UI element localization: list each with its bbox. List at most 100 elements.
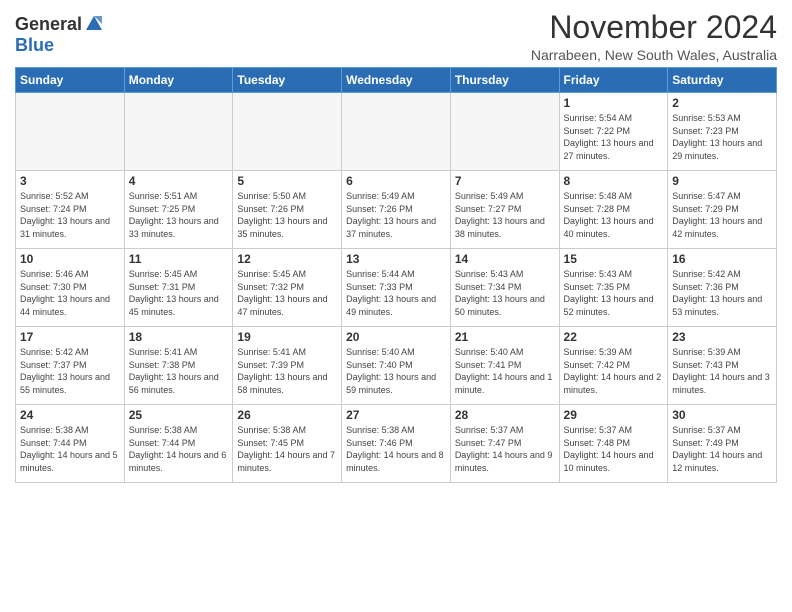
day-info: Sunrise: 5:45 AM Sunset: 7:32 PM Dayligh… (237, 268, 337, 318)
sunrise-text: Sunrise: 5:39 AM (564, 347, 633, 357)
sunrise-text: Sunrise: 5:44 AM (346, 269, 415, 279)
daylight-text: Daylight: 14 hours and 6 minutes. (129, 450, 227, 473)
sunset-text: Sunset: 7:34 PM (455, 282, 522, 292)
calendar-cell: 15 Sunrise: 5:43 AM Sunset: 7:35 PM Dayl… (559, 249, 668, 327)
sunrise-text: Sunrise: 5:37 AM (672, 425, 741, 435)
calendar-cell: 17 Sunrise: 5:42 AM Sunset: 7:37 PM Dayl… (16, 327, 125, 405)
logo-general-text: General (15, 14, 82, 35)
sunrise-text: Sunrise: 5:50 AM (237, 191, 306, 201)
header-tuesday: Tuesday (233, 68, 342, 93)
sunset-text: Sunset: 7:32 PM (237, 282, 304, 292)
day-info: Sunrise: 5:43 AM Sunset: 7:35 PM Dayligh… (564, 268, 664, 318)
calendar-cell: 5 Sunrise: 5:50 AM Sunset: 7:26 PM Dayli… (233, 171, 342, 249)
day-number: 4 (129, 174, 229, 188)
daylight-text: Daylight: 13 hours and 47 minutes. (237, 294, 327, 317)
sunset-text: Sunset: 7:33 PM (346, 282, 413, 292)
day-number: 21 (455, 330, 555, 344)
calendar-cell: 10 Sunrise: 5:46 AM Sunset: 7:30 PM Dayl… (16, 249, 125, 327)
sunrise-text: Sunrise: 5:43 AM (564, 269, 633, 279)
sunset-text: Sunset: 7:35 PM (564, 282, 631, 292)
sunset-text: Sunset: 7:31 PM (129, 282, 196, 292)
week-row-3: 10 Sunrise: 5:46 AM Sunset: 7:30 PM Dayl… (16, 249, 777, 327)
sunrise-text: Sunrise: 5:42 AM (672, 269, 741, 279)
sunset-text: Sunset: 7:29 PM (672, 204, 739, 214)
day-info: Sunrise: 5:41 AM Sunset: 7:39 PM Dayligh… (237, 346, 337, 396)
day-number: 28 (455, 408, 555, 422)
week-row-4: 17 Sunrise: 5:42 AM Sunset: 7:37 PM Dayl… (16, 327, 777, 405)
day-info: Sunrise: 5:54 AM Sunset: 7:22 PM Dayligh… (564, 112, 664, 162)
sunset-text: Sunset: 7:43 PM (672, 360, 739, 370)
calendar-cell: 4 Sunrise: 5:51 AM Sunset: 7:25 PM Dayli… (124, 171, 233, 249)
daylight-text: Daylight: 14 hours and 12 minutes. (672, 450, 762, 473)
header-monday: Monday (124, 68, 233, 93)
calendar-cell: 12 Sunrise: 5:45 AM Sunset: 7:32 PM Dayl… (233, 249, 342, 327)
day-info: Sunrise: 5:42 AM Sunset: 7:36 PM Dayligh… (672, 268, 772, 318)
calendar-cell: 9 Sunrise: 5:47 AM Sunset: 7:29 PM Dayli… (668, 171, 777, 249)
day-number: 2 (672, 96, 772, 110)
sunrise-text: Sunrise: 5:42 AM (20, 347, 89, 357)
day-info: Sunrise: 5:40 AM Sunset: 7:40 PM Dayligh… (346, 346, 446, 396)
sunset-text: Sunset: 7:48 PM (564, 438, 631, 448)
location-subtitle: Narrabeen, New South Wales, Australia (531, 47, 777, 63)
day-info: Sunrise: 5:50 AM Sunset: 7:26 PM Dayligh… (237, 190, 337, 240)
sunrise-text: Sunrise: 5:37 AM (455, 425, 524, 435)
sunset-text: Sunset: 7:40 PM (346, 360, 413, 370)
day-number: 14 (455, 252, 555, 266)
sunset-text: Sunset: 7:24 PM (20, 204, 87, 214)
daylight-text: Daylight: 13 hours and 45 minutes. (129, 294, 219, 317)
calendar-cell: 30 Sunrise: 5:37 AM Sunset: 7:49 PM Dayl… (668, 405, 777, 483)
calendar-cell (342, 93, 451, 171)
sunrise-text: Sunrise: 5:38 AM (237, 425, 306, 435)
calendar-cell: 27 Sunrise: 5:38 AM Sunset: 7:46 PM Dayl… (342, 405, 451, 483)
sunrise-text: Sunrise: 5:51 AM (129, 191, 198, 201)
sunset-text: Sunset: 7:42 PM (564, 360, 631, 370)
sunset-text: Sunset: 7:38 PM (129, 360, 196, 370)
header-friday: Friday (559, 68, 668, 93)
day-number: 30 (672, 408, 772, 422)
daylight-text: Daylight: 14 hours and 3 minutes. (672, 372, 770, 395)
calendar-cell: 19 Sunrise: 5:41 AM Sunset: 7:39 PM Dayl… (233, 327, 342, 405)
day-number: 16 (672, 252, 772, 266)
day-info: Sunrise: 5:45 AM Sunset: 7:31 PM Dayligh… (129, 268, 229, 318)
sunset-text: Sunset: 7:23 PM (672, 126, 739, 136)
day-info: Sunrise: 5:37 AM Sunset: 7:48 PM Dayligh… (564, 424, 664, 474)
daylight-text: Daylight: 14 hours and 5 minutes. (20, 450, 118, 473)
sunset-text: Sunset: 7:49 PM (672, 438, 739, 448)
calendar-cell: 2 Sunrise: 5:53 AM Sunset: 7:23 PM Dayli… (668, 93, 777, 171)
calendar-cell: 13 Sunrise: 5:44 AM Sunset: 7:33 PM Dayl… (342, 249, 451, 327)
day-number: 7 (455, 174, 555, 188)
weekday-header-row: Sunday Monday Tuesday Wednesday Thursday… (16, 68, 777, 93)
day-number: 29 (564, 408, 664, 422)
sunset-text: Sunset: 7:45 PM (237, 438, 304, 448)
day-number: 9 (672, 174, 772, 188)
calendar-cell: 20 Sunrise: 5:40 AM Sunset: 7:40 PM Dayl… (342, 327, 451, 405)
calendar-cell: 11 Sunrise: 5:45 AM Sunset: 7:31 PM Dayl… (124, 249, 233, 327)
sunrise-text: Sunrise: 5:48 AM (564, 191, 633, 201)
sunset-text: Sunset: 7:41 PM (455, 360, 522, 370)
day-number: 23 (672, 330, 772, 344)
day-info: Sunrise: 5:37 AM Sunset: 7:49 PM Dayligh… (672, 424, 772, 474)
day-number: 20 (346, 330, 446, 344)
calendar-cell: 26 Sunrise: 5:38 AM Sunset: 7:45 PM Dayl… (233, 405, 342, 483)
sunrise-text: Sunrise: 5:52 AM (20, 191, 89, 201)
calendar-cell (124, 93, 233, 171)
day-number: 27 (346, 408, 446, 422)
sunset-text: Sunset: 7:26 PM (346, 204, 413, 214)
header-wednesday: Wednesday (342, 68, 451, 93)
sunrise-text: Sunrise: 5:49 AM (455, 191, 524, 201)
day-number: 8 (564, 174, 664, 188)
day-number: 10 (20, 252, 120, 266)
daylight-text: Daylight: 14 hours and 10 minutes. (564, 450, 654, 473)
sunrise-text: Sunrise: 5:53 AM (672, 113, 741, 123)
daylight-text: Daylight: 13 hours and 33 minutes. (129, 216, 219, 239)
daylight-text: Daylight: 13 hours and 59 minutes. (346, 372, 436, 395)
daylight-text: Daylight: 13 hours and 56 minutes. (129, 372, 219, 395)
day-number: 5 (237, 174, 337, 188)
day-number: 25 (129, 408, 229, 422)
calendar-cell: 7 Sunrise: 5:49 AM Sunset: 7:27 PM Dayli… (450, 171, 559, 249)
day-number: 12 (237, 252, 337, 266)
sunset-text: Sunset: 7:44 PM (20, 438, 87, 448)
sunrise-text: Sunrise: 5:41 AM (129, 347, 198, 357)
daylight-text: Daylight: 13 hours and 58 minutes. (237, 372, 327, 395)
day-number: 18 (129, 330, 229, 344)
